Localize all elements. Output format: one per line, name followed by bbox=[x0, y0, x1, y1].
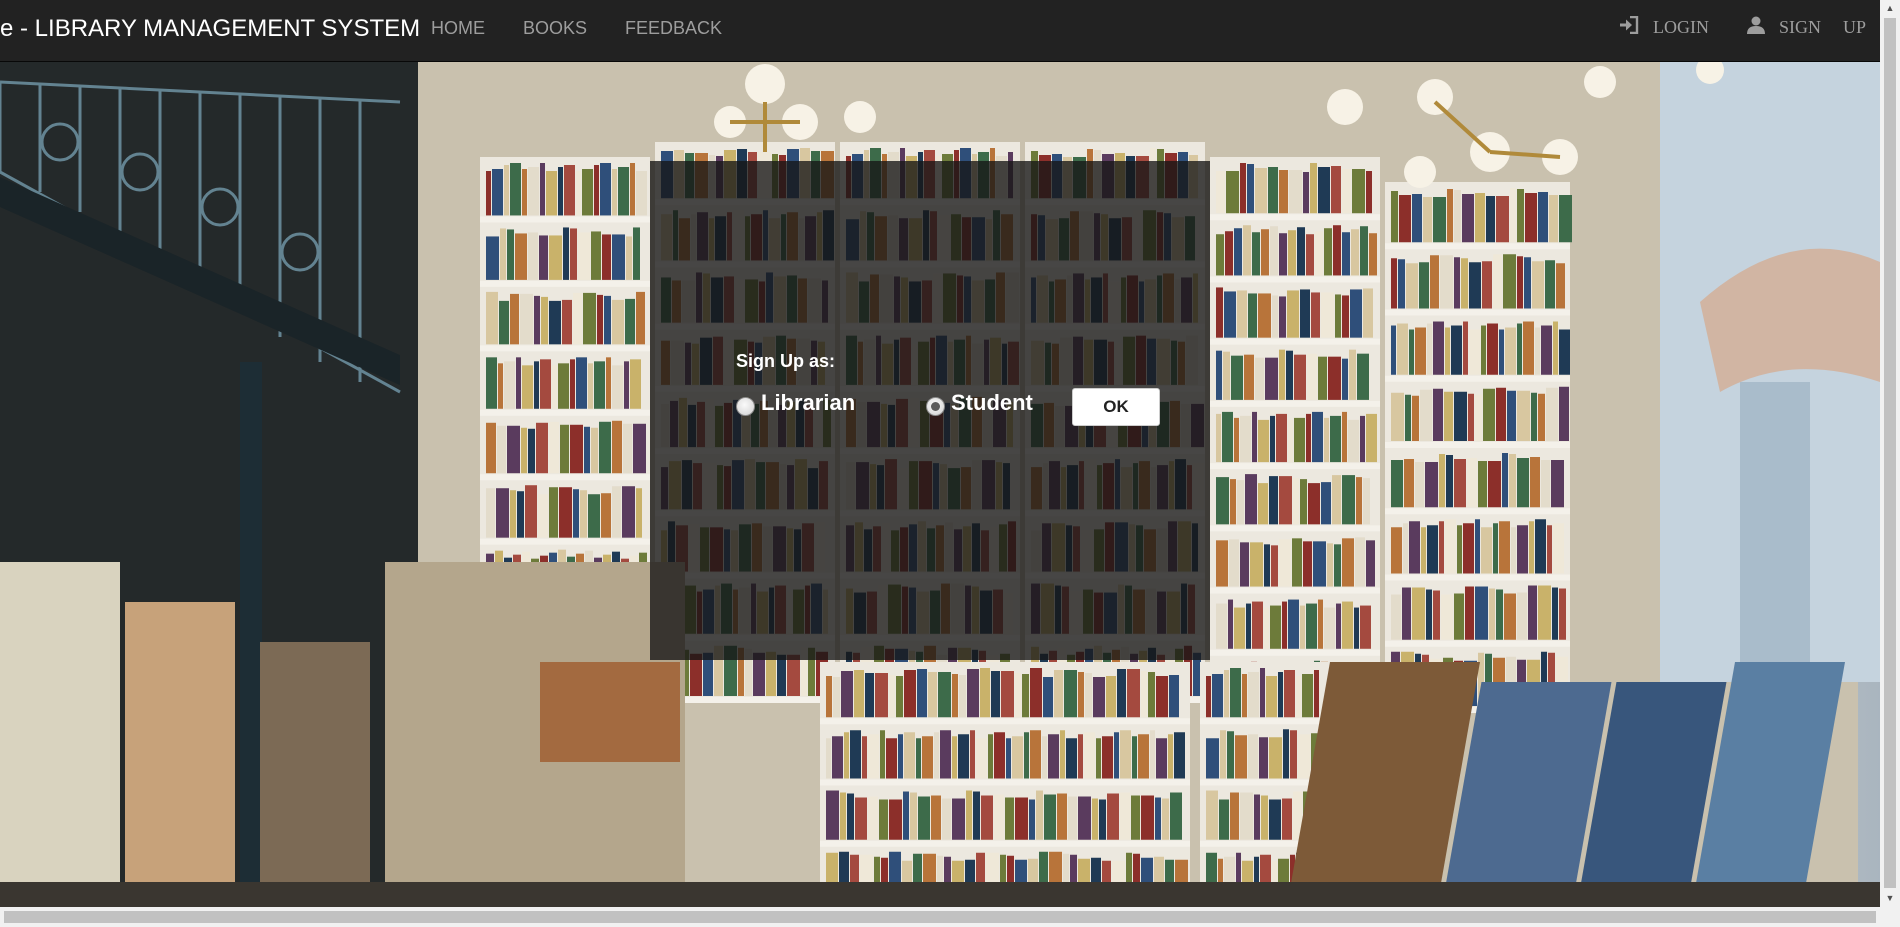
horizontal-scrollbar[interactable] bbox=[0, 907, 1900, 927]
main-nav: HOME BOOKS FEEDBACK bbox=[431, 18, 760, 39]
vertical-scrollbar[interactable]: ▲ ▼ bbox=[1880, 0, 1900, 907]
signup-role-dialog: Sign Up as: Librarian Student OK bbox=[650, 161, 1210, 660]
signup-label-up: UP bbox=[1842, 17, 1866, 37]
signup-as-label: Sign Up as: bbox=[736, 351, 836, 371]
student-option[interactable]: Student bbox=[926, 389, 1033, 416]
ok-button[interactable]: OK bbox=[1072, 388, 1160, 426]
brand-title[interactable]: e - LIBRARY MANAGEMENT SYSTEM bbox=[0, 15, 420, 43]
student-radio[interactable] bbox=[926, 397, 945, 416]
nav-link-books[interactable]: BOOKS bbox=[523, 18, 587, 39]
log-in-icon bbox=[1619, 15, 1639, 39]
librarian-option[interactable]: Librarian bbox=[736, 389, 855, 416]
scroll-down-arrow-icon[interactable]: ▼ bbox=[1880, 890, 1900, 907]
scroll-up-arrow-icon[interactable]: ▲ bbox=[1880, 0, 1900, 17]
librarian-radio[interactable] bbox=[736, 397, 755, 416]
top-navbar: e - LIBRARY MANAGEMENT SYSTEM HOME BOOKS… bbox=[0, 0, 1880, 62]
page: e - LIBRARY MANAGEMENT SYSTEM HOME BOOKS… bbox=[0, 0, 1900, 927]
horizontal-scroll-thumb[interactable] bbox=[4, 911, 1876, 923]
signup-link[interactable]: SIGN UP bbox=[1746, 16, 1866, 39]
login-link[interactable]: LOGIN bbox=[1619, 15, 1709, 39]
login-label: LOGIN bbox=[1652, 17, 1709, 37]
student-label: Student bbox=[951, 389, 1033, 415]
nav-link-feedback[interactable]: FEEDBACK bbox=[625, 18, 722, 39]
vertical-scroll-thumb[interactable] bbox=[1884, 18, 1896, 888]
auth-nav: LOGIN SIGN UP bbox=[1619, 15, 1866, 39]
nav-link-home[interactable]: HOME bbox=[431, 18, 485, 39]
user-icon bbox=[1746, 16, 1765, 39]
signup-label-sign: SIGN bbox=[1778, 17, 1821, 37]
librarian-label: Librarian bbox=[761, 389, 856, 415]
